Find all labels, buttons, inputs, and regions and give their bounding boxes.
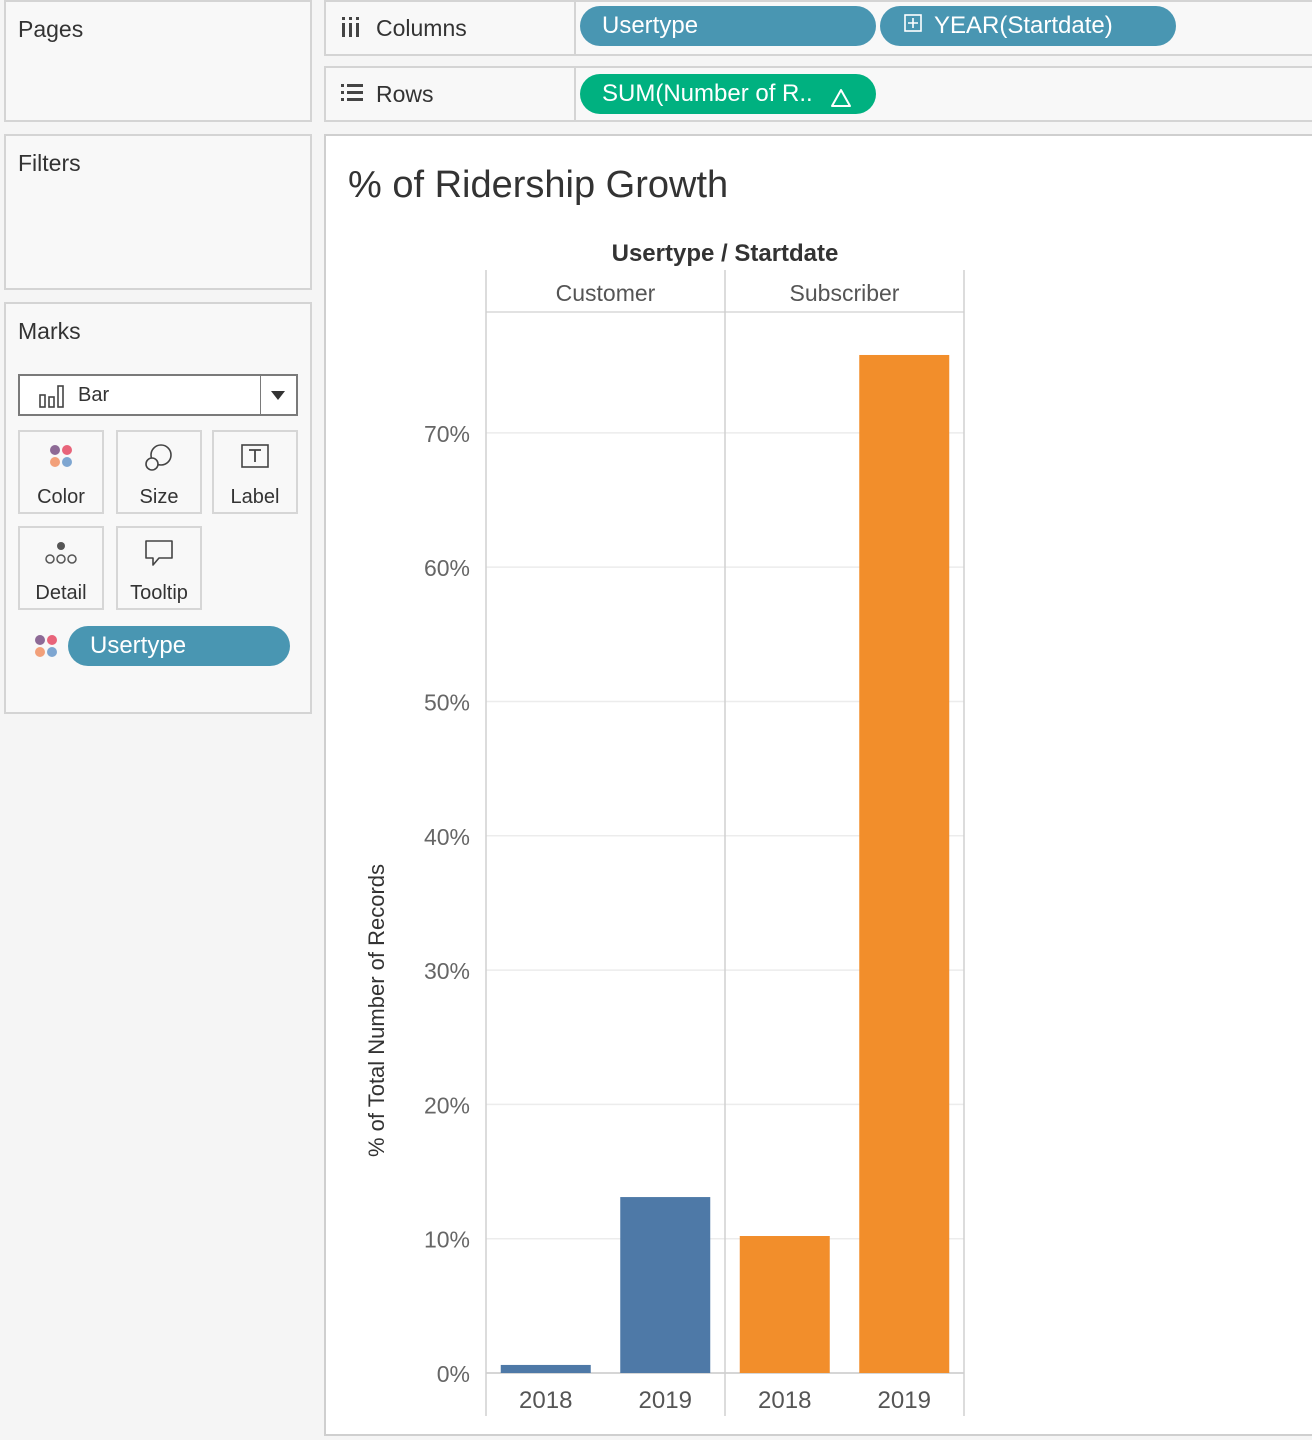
columns-label: Columns [376, 15, 467, 41]
year-startdate-column-pill[interactable]: YEAR(Startdate) [880, 6, 1176, 46]
x-tick-label: 2019 [639, 1387, 692, 1414]
x-tick-label: 2018 [519, 1387, 572, 1414]
size-button[interactable]: Size [116, 430, 202, 514]
y-axis-title: % of Total Number of Records [364, 864, 389, 1157]
filters-title: Filters [18, 150, 81, 176]
size-icon [118, 442, 200, 474]
columns-shelf[interactable]: Columns Usertype YEAR(Startdate) [324, 0, 1312, 56]
marks-title: Marks [18, 318, 81, 344]
color-dots-icon [20, 442, 102, 474]
expand-plus-icon[interactable] [904, 5, 922, 45]
tooltip-icon [118, 538, 200, 570]
y-tick-label: 30% [424, 958, 470, 984]
bar-subscriber-2019 [859, 354, 950, 1373]
detail-button-label: Detail [35, 582, 87, 604]
column-header-title: Usertype / Startdate [612, 240, 839, 267]
label-button-label: Label [230, 486, 280, 508]
dropdown-divider [260, 376, 261, 414]
delta-icon [830, 82, 852, 122]
x-tick-label: 2019 [878, 1387, 931, 1414]
pane-header-subscriber: Subscriber [790, 280, 900, 306]
year-startdate-label: YEAR(Startdate) [934, 12, 1113, 39]
usertype-column-pill[interactable]: Usertype [580, 6, 876, 46]
rows-label: Rows [376, 81, 434, 107]
pane-header-customer: Customer [556, 280, 656, 306]
detail-button[interactable]: Detail [18, 526, 104, 610]
x-tick-label: 2018 [758, 1387, 811, 1414]
bar-customer-2019 [620, 1197, 711, 1373]
size-button-label: Size [139, 486, 179, 508]
detail-dots-icon [20, 538, 102, 570]
color-button-label: Color [37, 486, 85, 508]
sum-records-row-pill[interactable]: SUM(Number of R.. [580, 74, 876, 114]
sum-records-label: SUM(Number of R.. [602, 80, 813, 107]
bar-customer-2018 [500, 1364, 591, 1373]
y-tick-label: 50% [424, 689, 470, 715]
label-button[interactable]: Label [212, 430, 298, 514]
y-tick-label: 0% [437, 1361, 470, 1387]
bar-chart-icon [38, 383, 68, 414]
y-tick-label: 10% [424, 1227, 470, 1253]
y-tick-label: 60% [424, 555, 470, 581]
tooltip-button-label: Tooltip [130, 582, 188, 604]
columns-icon [340, 16, 362, 43]
y-tick-label: 40% [424, 824, 470, 850]
tooltip-button[interactable]: Tooltip [116, 526, 202, 610]
y-tick-label: 70% [424, 421, 470, 447]
text-label-icon [214, 442, 296, 474]
color-encoding-icon [32, 632, 62, 667]
pages-card: Pages [4, 0, 312, 122]
marks-card: Marks Bar Color Size Label Detail Toolti… [4, 302, 312, 714]
rows-icon [340, 82, 364, 109]
y-tick-label: 20% [424, 1092, 470, 1118]
color-button[interactable]: Color [18, 430, 104, 514]
pages-title: Pages [18, 16, 84, 42]
viz-card: % of Ridership Growth 0% 10% 20% 30% 40% 50% 6… [324, 134, 1312, 1436]
rows-shelf[interactable]: Rows SUM(Number of R.. [324, 66, 1312, 122]
bar-subscriber-2018 [739, 1236, 830, 1373]
mark-type-label: Bar [78, 384, 110, 406]
chevron-down-icon[interactable] [271, 391, 285, 400]
rows-shelf-header: Rows [326, 68, 576, 120]
usertype-color-pill[interactable]: Usertype [68, 626, 290, 666]
filters-card[interactable]: Filters [4, 134, 312, 290]
bar-chart: 0% 10% 20% 30% 40% 50% 60% 70% Usertype / Startd… [364, 240, 965, 1416]
columns-shelf-header: Columns [326, 2, 576, 54]
mark-type-dropdown[interactable]: Bar [18, 374, 298, 416]
